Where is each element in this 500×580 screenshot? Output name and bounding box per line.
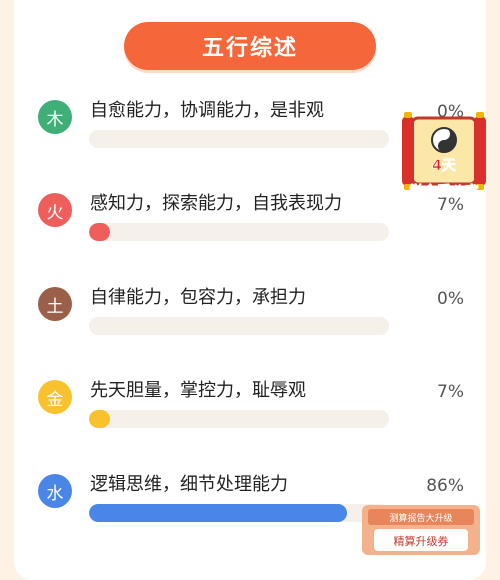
element-description: 感知力，探索能力，自我表现力 bbox=[90, 193, 342, 214]
upgrade-promo[interactable]: 测算报告大升级 精算升级券 bbox=[362, 505, 480, 555]
element-row-metal: 金 先天胆量，掌控力，耻辱观 7% bbox=[0, 380, 500, 460]
progress-track bbox=[89, 130, 389, 148]
progress-fill bbox=[89, 504, 347, 522]
promo-button[interactable]: 精算升级券 bbox=[394, 534, 449, 548]
progress-fill bbox=[89, 410, 110, 428]
element-description: 先天胆量，掌控力，耻辱观 bbox=[90, 380, 306, 401]
promo-title: 测算报告大升级 bbox=[389, 512, 452, 524]
progress-track bbox=[89, 317, 389, 335]
metal-icon: 金 bbox=[38, 380, 72, 414]
progress-track bbox=[89, 223, 389, 241]
progress-track bbox=[89, 410, 389, 428]
element-description: 逻辑思维，细节处理能力 bbox=[90, 474, 288, 495]
badge-line2: 学会看八字 bbox=[409, 183, 479, 200]
progress-track bbox=[89, 504, 389, 522]
wood-icon: 木 bbox=[38, 100, 72, 134]
percent-value: 86% bbox=[426, 476, 464, 496]
section-title-button: 五行综述 bbox=[124, 22, 376, 70]
water-icon: 水 bbox=[38, 474, 72, 508]
earth-icon: 土 bbox=[38, 287, 72, 321]
learn-bazi-badge[interactable]: 4天 学会看八字 bbox=[398, 112, 490, 202]
progress-fill bbox=[89, 223, 110, 241]
percent-value: 0% bbox=[437, 289, 464, 309]
element-row-earth: 土 自律能力，包容力，承担力 0% bbox=[0, 287, 500, 367]
element-description: 自律能力，包容力，承担力 bbox=[90, 287, 306, 308]
scroll-icon: 4天 学会看八字 bbox=[402, 112, 486, 200]
percent-value: 7% bbox=[437, 382, 464, 402]
element-description: 自愈能力，协调能力，是非观 bbox=[90, 100, 324, 121]
fire-icon: 火 bbox=[38, 193, 72, 227]
element-row-fire: 火 感知力，探索能力，自我表现力 7% bbox=[0, 193, 500, 273]
promo-banner: 测算报告大升级 精算升级券 bbox=[362, 505, 480, 555]
badge-line1: 4天 bbox=[432, 158, 457, 174]
